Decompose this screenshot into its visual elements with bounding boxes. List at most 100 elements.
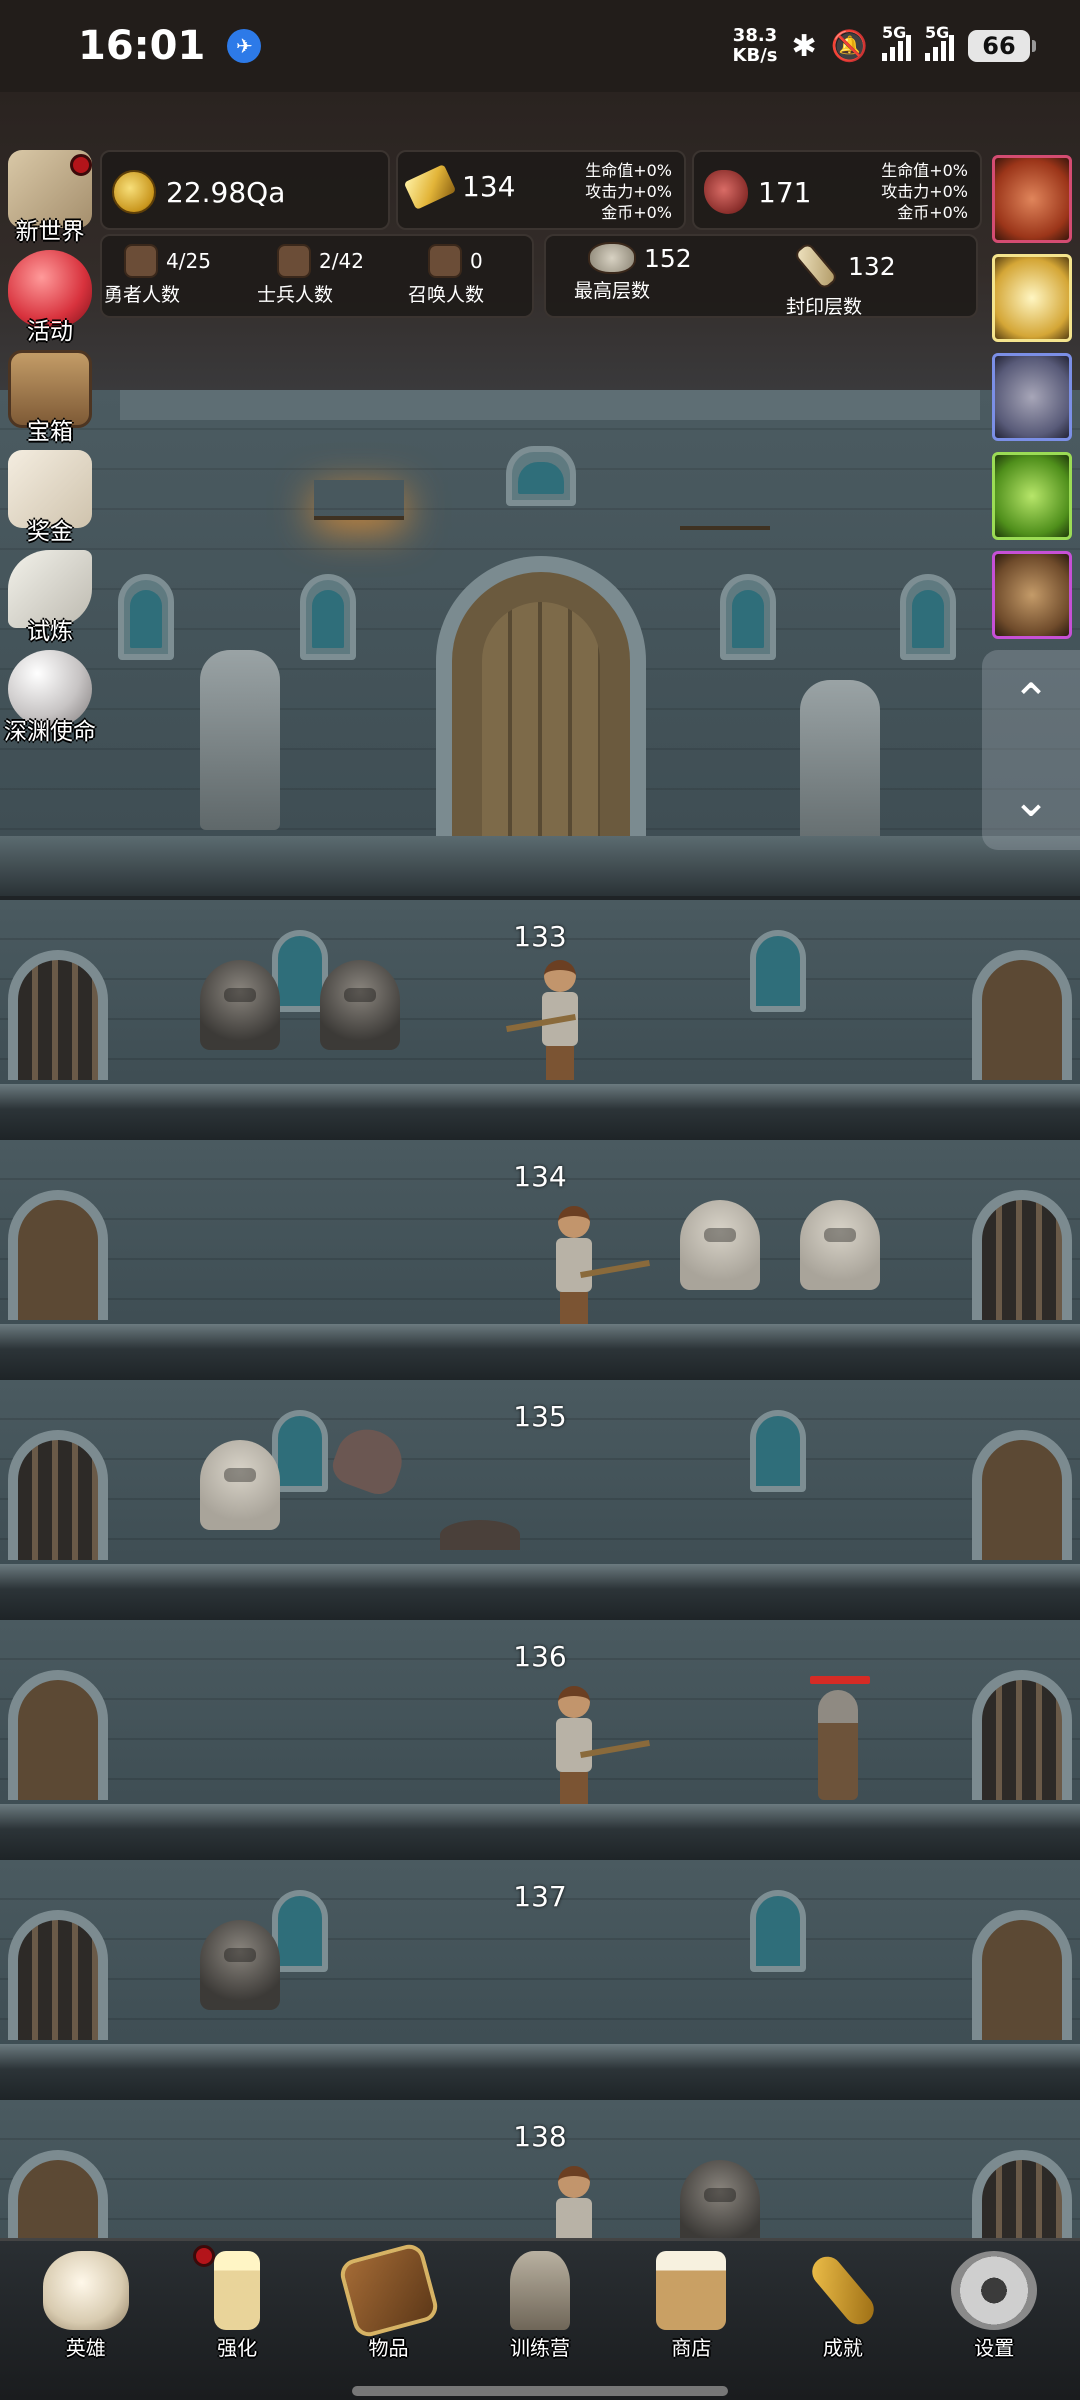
bonus-attack: 攻击力+0% [585, 182, 672, 201]
notification-badge [70, 154, 92, 176]
bonus-hp: 生命值+0% [585, 161, 672, 180]
highest-floor-label: 最高层数 [574, 280, 651, 302]
dark-ghost-enemy [200, 960, 280, 1050]
network-speed-unit: KB/s [732, 45, 778, 66]
floor-gate-left [8, 950, 108, 1080]
pumpkin-boss-button[interactable] [992, 155, 1072, 243]
new-world-button[interactable]: 新世界 [0, 150, 100, 245]
network-speed-value: 38.3 [732, 25, 778, 46]
trial-button[interactable]: 试炼 [0, 550, 100, 645]
enemy-hp-bar [810, 1676, 870, 1684]
armor-boss-button[interactable] [992, 353, 1072, 441]
nav-training-camp[interactable]: 训练营 [470, 2241, 610, 2361]
floor-ledge [0, 1324, 1080, 1380]
summon-count[interactable]: 0 召唤人数 [408, 244, 484, 307]
summon-count-label: 召唤人数 [408, 284, 485, 306]
nav-achievements-label: 成就 [822, 2336, 863, 2360]
hero-count-label: 勇者人数 [104, 284, 181, 306]
bottom-navigation: 英雄 强化 物品 训练营 商店 成就 设置 [0, 2238, 1080, 2400]
floor-door-right [972, 950, 1072, 1080]
nav-hero[interactable]: 英雄 [16, 2241, 156, 2361]
gold-bar-icon [403, 163, 457, 210]
hero-character [550, 1686, 650, 1806]
soldier-count[interactable]: 2/42 士兵人数 [257, 244, 364, 307]
mute-bell-icon: 🔕 [830, 28, 868, 64]
notification-app-icon: ✈ [227, 29, 262, 63]
soldier-count-value: 2/42 [319, 249, 364, 273]
castle-main-door[interactable] [436, 556, 646, 836]
status-time: 16:01 [78, 23, 206, 69]
floor-scroll-control: ⌃ ⌄ [982, 650, 1080, 850]
new-world-label: 新世界 [15, 219, 85, 245]
signal-tag: 5G [882, 23, 907, 42]
home-indicator[interactable] [352, 2386, 728, 2396]
goblin-boss-button[interactable] [992, 551, 1072, 639]
zombie-enemy [818, 1690, 858, 1800]
status-bar: 16:01 ✈ 38.3 KB/s ✱ 🔕 5G 5G 66 [0, 0, 1080, 92]
dark-ghost-enemy [200, 1920, 280, 2010]
floor-number: 137 [513, 1880, 567, 1913]
signal-icon: 5G [925, 23, 954, 61]
nav-items-label: 物品 [368, 2336, 409, 2360]
scroll-down-button[interactable]: ⌄ [1012, 777, 1051, 823]
nav-upgrade-label: 强化 [217, 2336, 258, 2360]
unit-count-panel: 4/25 勇者人数 2/42 士兵人数 0 召唤人数 [100, 234, 534, 318]
castle-window [506, 446, 576, 506]
floor-door-left [8, 1190, 108, 1320]
hero-portrait-icon [124, 244, 158, 278]
bonus-attack: 攻击力+0% [881, 182, 968, 201]
floor-door-right [972, 1430, 1072, 1560]
meat-icon [704, 170, 748, 214]
battery-icon: 66 [968, 30, 1036, 62]
gold-panel: 22.98Qa [100, 150, 390, 230]
castle-window [900, 574, 956, 660]
gold-bar-value: 134 [462, 170, 516, 203]
chest-label: 宝箱 [27, 419, 73, 445]
floor-136: 136 [0, 1620, 1080, 1860]
nav-achievements[interactable]: 成就 [773, 2241, 913, 2361]
dark-ghost-enemy [680, 2160, 760, 2250]
sealed-floor-value: 132 [848, 251, 896, 281]
floor-135: 135 [0, 1380, 1080, 1620]
nav-shop[interactable]: 商店 [621, 2241, 761, 2361]
book-icon [336, 2241, 441, 2340]
floor-gate-left [8, 1910, 108, 2040]
floor-ledge [0, 1564, 1080, 1620]
candle-icon [214, 2251, 261, 2330]
floor-number: 133 [513, 920, 567, 953]
chandelier [680, 490, 770, 530]
lantern-icon [509, 2251, 570, 2330]
hero-count[interactable]: 4/25 勇者人数 [104, 244, 211, 307]
castle-window [720, 574, 776, 660]
castle-floor-ledge [0, 836, 1080, 896]
floor-137: 137 [0, 1860, 1080, 2100]
white-ghost-enemy [800, 1200, 880, 1290]
signal-icon: 5G [882, 23, 911, 61]
event-button[interactable]: 活动 [0, 250, 100, 345]
slime-boss-button[interactable] [992, 452, 1072, 540]
floor-number: 136 [513, 1640, 567, 1673]
sealed-floor: 132 封印层数 [786, 241, 896, 319]
lit-chandelier [314, 480, 404, 520]
spider-enemy [440, 1520, 520, 1550]
highest-floor-value: 152 [644, 243, 692, 273]
nav-settings[interactable]: 设置 [924, 2241, 1064, 2361]
scroll-up-button[interactable]: ⌃ [1012, 677, 1051, 723]
candle-boss-button[interactable] [992, 254, 1072, 342]
network-speed: 38.3 KB/s [733, 26, 778, 66]
nav-training-camp-label: 训练营 [509, 2336, 570, 2360]
floor-ledge [0, 2044, 1080, 2100]
hero-character [550, 1206, 650, 1326]
skull-icon [42, 2251, 129, 2330]
notification-badge [193, 2245, 216, 2267]
abyss-mission-button[interactable]: 深渊使命 [0, 650, 100, 745]
chest-button[interactable]: 宝箱 [0, 350, 100, 445]
floor-gate-left [8, 1430, 108, 1560]
nav-items[interactable]: 物品 [319, 2241, 459, 2361]
hero-character [506, 960, 584, 1080]
nav-upgrade[interactable]: 强化 [167, 2241, 307, 2361]
knight-statue [800, 680, 880, 860]
meat-bonus: 生命值+0% 攻击力+0% 金币+0% [881, 160, 968, 223]
gear-icon [951, 2251, 1038, 2330]
bonus-button[interactable]: 奖金 [0, 450, 100, 545]
